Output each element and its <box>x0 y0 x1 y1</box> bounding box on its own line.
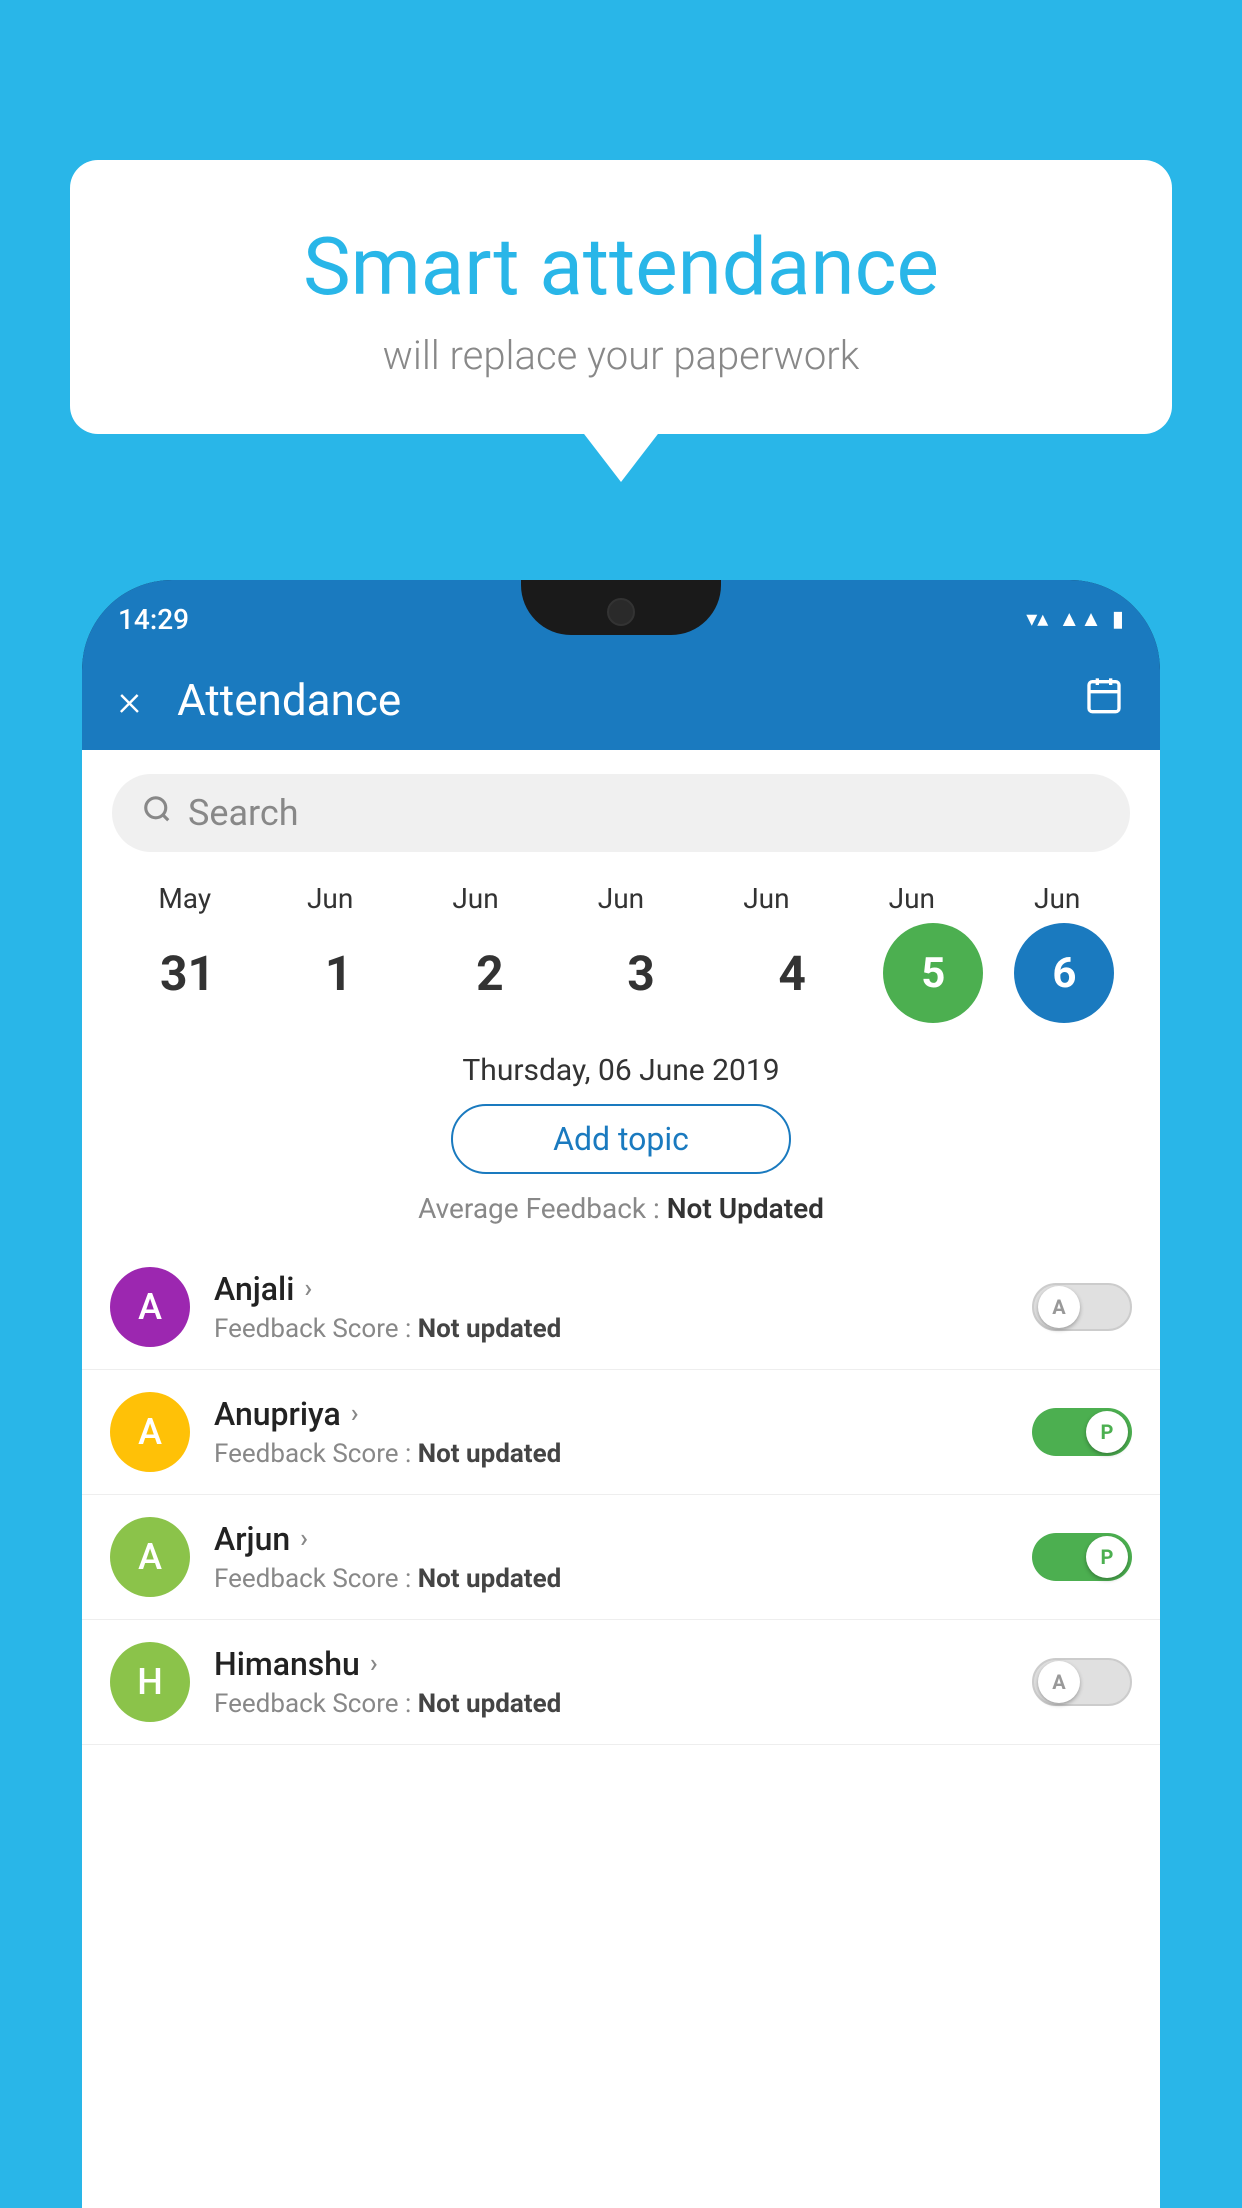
month-1: Jun <box>270 882 390 915</box>
month-0: May <box>125 882 245 915</box>
student-feedback-anupriya: Feedback Score : Not updated <box>214 1439 1032 1469</box>
calendar-days: 31 1 2 3 4 5 6 <box>102 915 1140 1043</box>
month-2: Jun <box>416 882 536 915</box>
screen-content: Search May Jun Jun Jun Jun Jun Jun 31 1 … <box>82 750 1160 2208</box>
month-4: Jun <box>706 882 826 915</box>
status-time: 14:29 <box>118 595 189 636</box>
day-5-selected[interactable]: 5 <box>883 923 983 1023</box>
student-item-anjali[interactable]: A Anjali › Feedback Score : Not updated … <box>82 1245 1160 1370</box>
phone-notch <box>521 580 721 635</box>
speech-bubble: Smart attendance will replace your paper… <box>70 160 1172 434</box>
chevron-icon: › <box>351 1399 359 1429</box>
student-name-himanshu: Himanshu › <box>214 1645 1032 1683</box>
student-name-anjali: Anjali › <box>214 1270 1032 1308</box>
app-bar: × Attendance <box>82 650 1160 750</box>
avatar-anupriya: A <box>110 1392 190 1472</box>
student-feedback-himanshu: Feedback Score : Not updated <box>214 1689 1032 1719</box>
wifi-icon: ▾▴ <box>1026 607 1048 632</box>
avatar-anjali: A <box>110 1267 190 1347</box>
chevron-icon: › <box>300 1524 308 1554</box>
day-6-today[interactable]: 6 <box>1014 923 1114 1023</box>
day-31[interactable]: 31 <box>128 945 248 1002</box>
student-item-arjun[interactable]: A Arjun › Feedback Score : Not updated P <box>82 1495 1160 1620</box>
battery-icon: ▮ <box>1112 607 1124 632</box>
toggle-anupriya[interactable]: P <box>1032 1408 1132 1456</box>
month-6: Jun <box>997 882 1117 915</box>
search-placeholder: Search <box>188 792 299 834</box>
student-info-arjun: Arjun › Feedback Score : Not updated <box>214 1520 1032 1594</box>
chevron-icon: › <box>304 1274 312 1304</box>
search-bar[interactable]: Search <box>112 774 1130 852</box>
day-3[interactable]: 3 <box>581 945 701 1002</box>
signal-icon: ▲▲ <box>1058 606 1102 632</box>
toggle-knob-himanshu: A <box>1038 1661 1080 1703</box>
day-4[interactable]: 4 <box>732 945 852 1002</box>
toggle-arjun[interactable]: P <box>1032 1533 1132 1581</box>
selected-date: Thursday, 06 June 2019 <box>82 1053 1160 1088</box>
phone-camera <box>607 598 635 626</box>
student-feedback-anjali: Feedback Score : Not updated <box>214 1314 1032 1344</box>
toggle-anjali[interactable]: A <box>1032 1283 1132 1331</box>
calendar-icon[interactable] <box>1084 675 1124 725</box>
speech-bubble-title: Smart attendance <box>120 220 1122 314</box>
toggle-knob-arjun: P <box>1086 1536 1128 1578</box>
add-topic-button[interactable]: Add topic <box>451 1104 791 1174</box>
close-button[interactable]: × <box>118 678 141 722</box>
day-2[interactable]: 2 <box>430 945 550 1002</box>
toggle-himanshu[interactable]: A <box>1032 1658 1132 1706</box>
search-icon <box>142 793 172 833</box>
student-info-anupriya: Anupriya › Feedback Score : Not updated <box>214 1395 1032 1469</box>
student-list: A Anjali › Feedback Score : Not updated … <box>82 1245 1160 1745</box>
month-5: Jun <box>852 882 972 915</box>
student-name-anupriya: Anupriya › <box>214 1395 1032 1433</box>
student-info-anjali: Anjali › Feedback Score : Not updated <box>214 1270 1032 1344</box>
student-item-himanshu[interactable]: H Himanshu › Feedback Score : Not update… <box>82 1620 1160 1745</box>
avg-feedback: Average Feedback : Not Updated <box>82 1192 1160 1225</box>
student-item-anupriya[interactable]: A Anupriya › Feedback Score : Not update… <box>82 1370 1160 1495</box>
toggle-knob-anupriya: P <box>1086 1411 1128 1453</box>
toggle-knob-anjali: A <box>1038 1286 1080 1328</box>
avg-feedback-value: Not Updated <box>667 1192 824 1225</box>
month-3: Jun <box>561 882 681 915</box>
avatar-arjun: A <box>110 1517 190 1597</box>
app-bar-title: Attendance <box>177 674 1084 726</box>
calendar-months: May Jun Jun Jun Jun Jun Jun <box>102 882 1140 915</box>
student-info-himanshu: Himanshu › Feedback Score : Not updated <box>214 1645 1032 1719</box>
calendar-strip: May Jun Jun Jun Jun Jun Jun 31 1 2 3 4 5… <box>82 872 1160 1043</box>
day-1[interactable]: 1 <box>279 945 399 1002</box>
student-name-arjun: Arjun › <box>214 1520 1032 1558</box>
avatar-himanshu: H <box>110 1642 190 1722</box>
student-feedback-arjun: Feedback Score : Not updated <box>214 1564 1032 1594</box>
status-icons: ▾▴ ▲▲ ▮ <box>1026 598 1124 632</box>
chevron-icon: › <box>370 1649 378 1679</box>
phone-frame: 14:29 ▾▴ ▲▲ ▮ × Attendance <box>82 580 1160 2208</box>
speech-bubble-subtitle: will replace your paperwork <box>120 332 1122 379</box>
avg-feedback-label: Average Feedback : <box>418 1192 660 1225</box>
